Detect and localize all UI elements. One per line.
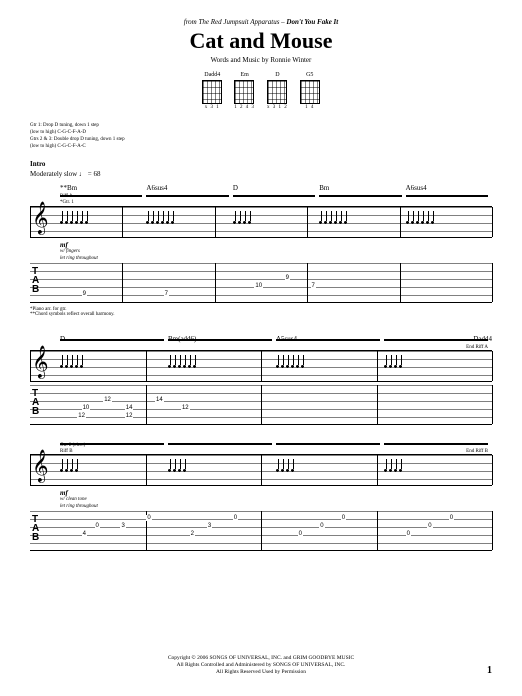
tab-label-icon: TAB xyxy=(32,515,39,542)
chord-diagrams: Dadd4 x 3 1 Em 1 2 4 3 D x 3 1 2 G5 1 4 xyxy=(30,72,492,110)
tuning-line: (low to high) C-G-C-F-A-C xyxy=(30,143,492,150)
treble-clef-icon: 𝄞 xyxy=(32,349,49,377)
tab-label-icon: TAB xyxy=(32,389,39,416)
chord-name: D xyxy=(267,72,288,78)
from-prefix: from The Red Jumpsuit Apparatus – xyxy=(184,18,285,26)
chord-symbol: **Bm xyxy=(60,184,146,192)
treble-clef-icon: 𝄞 xyxy=(32,205,49,233)
dynamic-marking: mf xyxy=(30,489,492,497)
tempo-marking: Moderately slow ♩ = 68 xyxy=(30,170,492,178)
performance-note: let ring throughout xyxy=(30,504,492,509)
staff-system-2: D Bm(add6) A5sus4 Dadd4 End Riff A 𝄞 TAB… xyxy=(30,335,492,425)
chord-name: G5 xyxy=(300,72,320,78)
tab-label-icon: TAB xyxy=(32,267,39,294)
chord-row: **Bm A6sus4 D Bm A6sus4 xyxy=(30,184,492,192)
from-line: from The Red Jumpsuit Apparatus – Don't … xyxy=(30,18,492,26)
chord-grid xyxy=(267,80,287,104)
tab-staff: TAB 0303042000000 xyxy=(30,511,492,551)
staff-system-3: Gtr. 2 (elec.) Riff B End Riff B 𝄞 mf w/… xyxy=(30,443,492,551)
chord-name: Dadd4 xyxy=(202,72,222,78)
chord-diagram: Em 1 2 4 3 xyxy=(234,72,255,110)
gtr-label: *Gtr. 1 xyxy=(30,200,492,205)
chord-grid xyxy=(234,80,254,104)
song-title: Cat and Mouse xyxy=(30,28,492,54)
chord-grid xyxy=(202,80,222,104)
tuning-line: Gtrs 2 & 3: Double drop D tuning, down 1… xyxy=(30,136,492,143)
sheet-header: from The Red Jumpsuit Apparatus – Don't … xyxy=(30,18,492,64)
copyright: Copyright © 2006 SONGS OF UNIVERSAL, INC… xyxy=(30,655,492,676)
chord-symbol: D xyxy=(233,184,319,192)
chord-symbol: Bm xyxy=(319,184,405,192)
staff-system-1: **Bm A6sus4 D Bm A6sus4 Riff A *Gtr. 1 𝄞… xyxy=(30,184,492,317)
chord-fingering: x 3 1 xyxy=(202,105,222,110)
chord-diagram: D x 3 1 2 xyxy=(267,72,288,110)
notation-staff: 𝄞 xyxy=(30,350,492,382)
copyright-line: All Rights Controlled and Administered b… xyxy=(30,662,492,669)
tuning-line: Gtr 1: Drop D tuning, down 1 step xyxy=(30,122,492,129)
performance-note: w/ clean tone xyxy=(30,497,492,502)
credits: Words and Music by Ronnie Winter xyxy=(30,56,492,64)
chord-fingering: 1 2 4 3 xyxy=(234,105,255,110)
tuning-line: (low to high) C-G-C-F-A-D xyxy=(30,129,492,136)
section-label: Intro xyxy=(30,160,492,168)
performance-note: let ring throughout xyxy=(30,256,492,261)
chord-symbol: A6sus4 xyxy=(146,184,232,192)
performance-note: w/ fingers xyxy=(30,249,492,254)
tab-staff: TAB 109797 xyxy=(30,263,492,303)
tuning-notes: Gtr 1: Drop D tuning, down 1 step (low t… xyxy=(30,122,492,150)
footnote: *Piano arr. for gtr. **Chord symbols ref… xyxy=(30,307,492,317)
page-number: 1 xyxy=(487,665,492,676)
chord-symbol: A6sus4 xyxy=(406,184,492,192)
tab-staff: TAB 10121414121212 xyxy=(30,385,492,425)
notation-staff: 𝄞 xyxy=(30,206,492,238)
copyright-line: All Rights Reserved Used by Permission xyxy=(30,669,492,676)
chord-diagram: G5 1 4 xyxy=(300,72,320,110)
copyright-line: Copyright © 2006 SONGS OF UNIVERSAL, INC… xyxy=(30,655,492,662)
album-title: Don't You Fake It xyxy=(286,18,338,26)
chord-fingering: x 3 1 2 xyxy=(267,105,288,110)
notation-staff: 𝄞 xyxy=(30,454,492,486)
dynamic-marking: mf xyxy=(30,241,492,249)
chord-fingering: 1 4 xyxy=(300,105,320,110)
chord-name: Em xyxy=(234,72,255,78)
treble-clef-icon: 𝄞 xyxy=(32,453,49,481)
chord-diagram: Dadd4 x 3 1 xyxy=(202,72,222,110)
chord-grid xyxy=(300,80,320,104)
